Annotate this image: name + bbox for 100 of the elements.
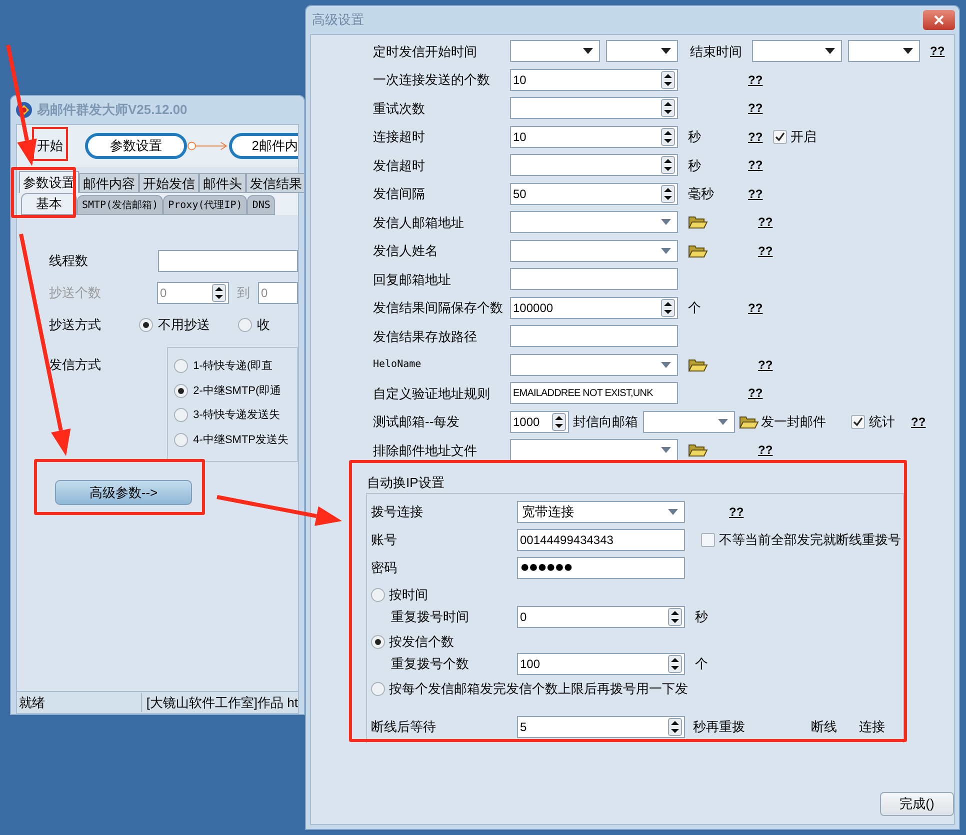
sub-tab[interactable]: DNS <box>247 195 276 215</box>
spin-arrows-icon[interactable] <box>661 184 675 203</box>
help-link[interactable]: ?? <box>758 242 773 260</box>
check-icon <box>774 132 785 142</box>
field-label: 结束时间 <box>690 42 743 60</box>
text-field[interactable] <box>158 250 298 272</box>
sub-tab[interactable]: Proxy(代理IP) <box>163 195 248 215</box>
help-link[interactable]: ?? <box>748 70 763 89</box>
checkbox[interactable] <box>851 414 865 429</box>
dropdown-field[interactable] <box>510 354 678 376</box>
tab[interactable]: 开始发信 <box>139 173 199 193</box>
dropdown-field[interactable] <box>510 439 678 462</box>
help-link[interactable]: ?? <box>729 502 744 520</box>
spin-arrows-icon[interactable] <box>212 284 226 302</box>
spin-arrows-icon[interactable] <box>661 70 675 89</box>
dropdown-field[interactable] <box>848 40 920 62</box>
help-link[interactable]: ?? <box>930 44 945 58</box>
dropdown-field[interactable] <box>606 40 678 62</box>
start-button[interactable]: 开始 <box>35 134 65 158</box>
dial-button[interactable]: 断线 <box>807 716 841 736</box>
spin-field[interactable]: 50 <box>510 182 678 205</box>
dropdown-field[interactable] <box>510 40 600 62</box>
spin-arrows-icon[interactable] <box>661 128 675 146</box>
radio-button[interactable] <box>174 384 188 398</box>
spin-arrows-icon[interactable] <box>668 608 682 626</box>
radio-label: 收 <box>257 316 270 334</box>
spin-arrows-icon[interactable] <box>668 654 682 672</box>
folder-icon[interactable] <box>688 442 708 458</box>
checkbox[interactable] <box>772 130 787 144</box>
flow-step[interactable]: 2邮件内 <box>228 133 298 159</box>
radio-button[interactable] <box>371 682 385 696</box>
text-field[interactable]: 00144499434343 <box>517 528 685 550</box>
done-button[interactable]: 完成() <box>880 792 954 816</box>
spin-field[interactable]: 5 <box>517 716 685 738</box>
caret-icon[interactable] <box>661 48 671 54</box>
help-link[interactable]: ?? <box>748 156 763 174</box>
spin-arrows-icon[interactable] <box>661 156 675 174</box>
advanced-settings-button[interactable]: 高级参数--> <box>55 480 192 505</box>
radio-button[interactable] <box>139 318 153 332</box>
radio-button[interactable] <box>238 318 252 332</box>
field-label: 重复拨号时间 <box>390 608 470 626</box>
radio-button[interactable] <box>371 588 385 602</box>
caret-icon[interactable] <box>825 48 835 54</box>
radio-button[interactable] <box>174 359 188 374</box>
unit-label: 个 <box>688 299 702 317</box>
spin-arrows-icon[interactable] <box>552 412 566 431</box>
dropdown-field[interactable] <box>510 240 678 262</box>
flow-arrow <box>186 140 229 152</box>
spin-arrows-icon[interactable] <box>668 718 682 736</box>
text-field[interactable] <box>510 268 678 290</box>
help-link[interactable]: ?? <box>911 414 926 429</box>
folder-icon[interactable] <box>688 242 708 259</box>
folder-icon[interactable] <box>688 356 708 373</box>
caret-icon[interactable] <box>583 48 593 54</box>
group-title: 自动换IP设置 <box>366 474 446 492</box>
checkbox-label: 统计 <box>869 413 895 431</box>
help-link[interactable]: ?? <box>748 128 763 146</box>
help-link[interactable]: ?? <box>748 99 763 118</box>
text-field[interactable]: ●●●●●● <box>517 556 685 578</box>
radio-button[interactable] <box>174 432 188 447</box>
spin-field[interactable]: 100000 <box>510 296 678 319</box>
spin-field[interactable] <box>510 97 678 120</box>
dropdown-field[interactable] <box>510 211 678 234</box>
spin-field[interactable]: 0 <box>517 606 685 628</box>
flow-step[interactable]: 参数设置 <box>85 133 187 159</box>
field-label: 测试邮箱--每发 <box>373 413 461 431</box>
help-link[interactable]: ?? <box>748 184 763 203</box>
spin-field[interactable]: 10 <box>510 126 678 148</box>
dropdown-field[interactable] <box>643 410 735 433</box>
dropdown-field[interactable]: 宽带连接 <box>517 500 685 522</box>
dial-button[interactable]: 连接 <box>855 716 889 736</box>
dropdown-field[interactable] <box>752 40 842 62</box>
help-link[interactable]: ?? <box>748 384 763 402</box>
sub-tab[interactable]: 基本 <box>21 193 77 215</box>
folder-icon[interactable] <box>688 214 708 230</box>
field-label: 定时发信开始时间 <box>373 42 478 60</box>
window-title: 易邮件群发大师V25.12.00 <box>37 101 188 120</box>
tab[interactable]: 邮件内容 <box>79 173 139 193</box>
help-link[interactable]: ?? <box>758 213 773 232</box>
spin-arrows-icon[interactable] <box>661 298 675 317</box>
spin-field[interactable]: 10 <box>510 68 678 91</box>
send-one-link[interactable]: 发一封邮件 <box>761 412 851 432</box>
sub-tab[interactable]: SMTP(发信邮箱) <box>77 195 164 215</box>
checkbox[interactable] <box>701 532 715 546</box>
folder-icon[interactable] <box>739 414 759 430</box>
help-link[interactable]: ?? <box>758 356 773 374</box>
radio-button[interactable] <box>174 408 188 422</box>
caret-icon[interactable] <box>903 48 913 54</box>
spin-arrows-icon[interactable] <box>661 99 675 118</box>
spin-field[interactable]: 100 <box>517 652 685 674</box>
text-field[interactable] <box>510 325 678 348</box>
tab[interactable]: 邮件头 <box>199 173 246 193</box>
spin-field[interactable]: 1000 <box>510 410 569 433</box>
text-field[interactable]: EMAILADDREE NOT EXIST,UNK <box>510 382 678 404</box>
radio-button[interactable] <box>371 635 385 649</box>
help-link[interactable]: ?? <box>758 441 773 460</box>
tab[interactable]: 发信结果 <box>246 173 304 193</box>
spin-field[interactable] <box>510 154 678 176</box>
close-button[interactable] <box>923 10 955 30</box>
help-link[interactable]: ?? <box>748 298 763 317</box>
